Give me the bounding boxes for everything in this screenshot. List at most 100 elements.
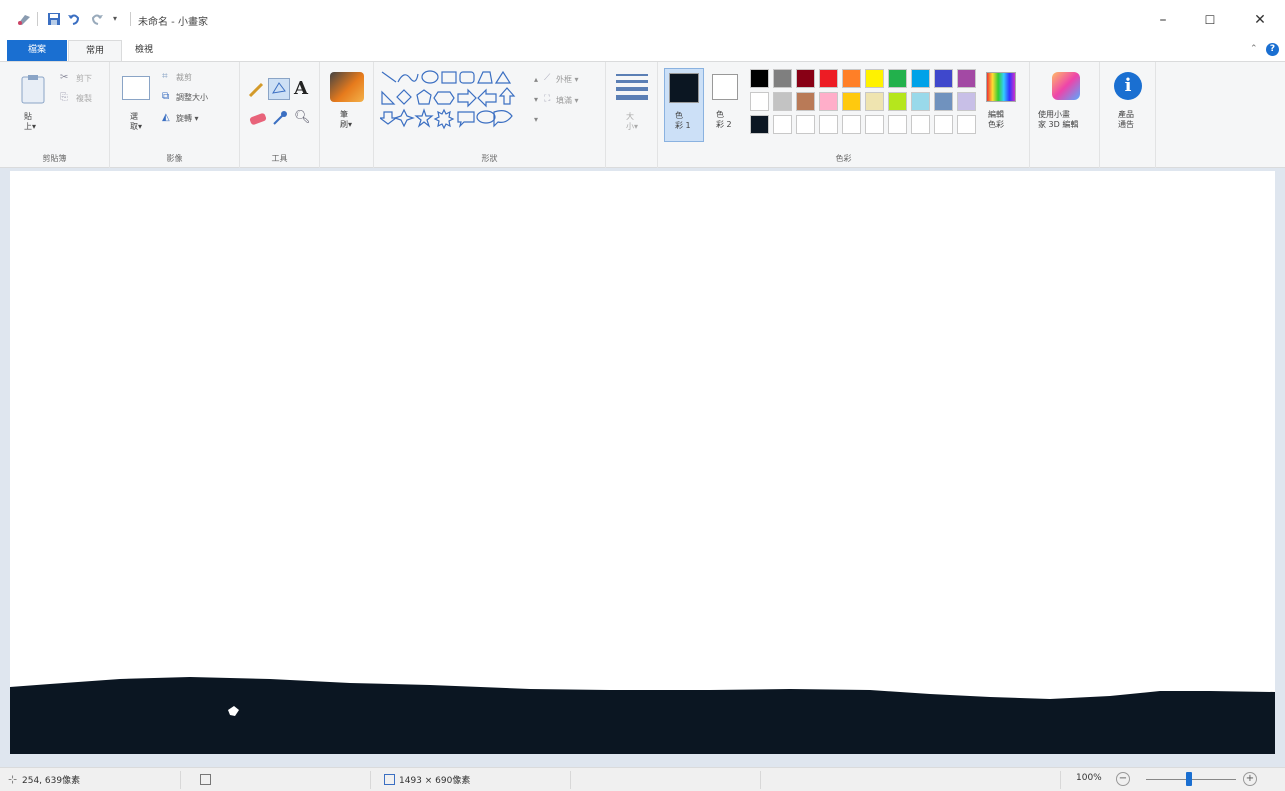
undo-icon[interactable]	[67, 12, 81, 26]
palette-swatch[interactable]	[957, 69, 976, 88]
image-group: 選 取▾ ⌗ 裁剪 ⧉ 調整大小 ◭ 旋轉 ▾ 影像	[110, 62, 240, 168]
zoom-slider-thumb[interactable]	[1186, 772, 1192, 786]
copy-icon: ⎘	[60, 92, 68, 103]
crop-button[interactable]: 裁剪	[176, 72, 192, 83]
palette-swatch[interactable]	[888, 115, 907, 134]
pencil-icon[interactable]	[248, 80, 266, 101]
palette-swatch[interactable]	[842, 115, 861, 134]
clipboard-icon	[20, 74, 46, 107]
help-icon[interactable]: ?	[1266, 43, 1279, 56]
ribbon-tabs: 檔案 常用 檢視 ⌃ ?	[0, 38, 1285, 62]
eraser-icon[interactable]	[248, 112, 268, 129]
palette-swatch[interactable]	[842, 92, 861, 111]
clipboard-group: 貼 上▾ ✂ 剪下 ⎘ 複製 剪貼簿	[0, 62, 110, 168]
fill-shape-icon: ⛶	[544, 94, 551, 104]
cursor-position-icon: ⊹	[8, 773, 18, 786]
shapes-group: ▴ ▾ ▾ ⟋ 外框 ▾ ⛶ 填滿 ▾ 形狀	[374, 62, 606, 168]
palette-swatch[interactable]	[957, 115, 976, 134]
colors-group: 色 彩 1 色 彩 2 編輯 色彩 色彩	[658, 62, 1030, 168]
palette-swatch[interactable]	[911, 69, 930, 88]
alert-group: i 產品 通告	[1100, 62, 1156, 168]
customize-qat-icon[interactable]: ▾	[113, 12, 127, 26]
palette-swatch[interactable]	[957, 92, 976, 111]
cut-button[interactable]: 剪下	[76, 73, 92, 84]
image-group-label: 影像	[166, 154, 183, 163]
resize-button[interactable]: 調整大小	[176, 92, 208, 103]
workspace	[0, 168, 1285, 767]
palette-swatch[interactable]	[865, 92, 884, 111]
selection-size-icon	[200, 774, 211, 785]
size-button[interactable]: 大 小▾	[614, 70, 650, 142]
palette-swatch[interactable]	[773, 115, 792, 134]
drawing-canvas[interactable]	[10, 171, 1275, 754]
palette-swatch[interactable]	[796, 92, 815, 111]
text-icon[interactable]: A	[294, 78, 308, 99]
palette-swatch[interactable]	[934, 115, 953, 134]
paint3d-button[interactable]: 使用小畫 家 3D 編輯	[1034, 68, 1096, 142]
save-icon[interactable]	[47, 12, 61, 26]
collapse-ribbon-icon[interactable]: ⌃	[1250, 44, 1258, 54]
palette-swatch[interactable]	[934, 92, 953, 111]
palette-swatch[interactable]	[819, 92, 838, 111]
palette-swatch[interactable]	[934, 69, 953, 88]
zoom-in-button[interactable]: +	[1243, 772, 1257, 786]
status-divider	[180, 771, 181, 789]
maximize-button[interactable]: ☐	[1190, 8, 1230, 32]
brushes-button[interactable]: 筆 刷▾	[326, 68, 368, 140]
zoom-out-button[interactable]: −	[1116, 772, 1130, 786]
select-button[interactable]: 選 取▾	[118, 70, 154, 140]
palette-swatch[interactable]	[888, 69, 907, 88]
palette-swatch[interactable]	[773, 92, 792, 111]
info-icon: i	[1114, 72, 1142, 100]
window-title: 未命名 - 小畫家	[138, 17, 208, 28]
product-alert-button[interactable]: i 產品 通告	[1106, 68, 1150, 142]
paste-button[interactable]: 貼 上▾	[10, 70, 50, 140]
colors-group-label: 色彩	[835, 154, 852, 163]
palette-swatch[interactable]	[911, 115, 930, 134]
palette-swatch[interactable]	[819, 115, 838, 134]
fill-button[interactable]: 填滿 ▾	[556, 95, 579, 106]
palette-swatch[interactable]	[796, 69, 815, 88]
color2-button[interactable]: 色 彩 2	[708, 68, 744, 142]
fill-icon[interactable]	[268, 78, 290, 100]
palette-swatch[interactable]	[750, 115, 769, 134]
line-width-icon	[616, 74, 648, 100]
palette-swatch[interactable]	[773, 69, 792, 88]
title-bar: ▾ 未命名 - 小畫家 – ☐ ✕	[0, 0, 1285, 38]
tab-home[interactable]: 常用	[68, 40, 122, 61]
color2-label: 色 彩 2	[716, 110, 732, 129]
palette-swatch[interactable]	[865, 69, 884, 88]
divider	[37, 12, 38, 26]
ribbon: 貼 上▾ ✂ 剪下 ⎘ 複製 剪貼簿 選 取▾ ⌗ 裁剪 ⧉ 調整大小 ◭ 旋轉…	[0, 61, 1285, 168]
color1-label: 色 彩 1	[675, 111, 691, 130]
palette-swatch[interactable]	[888, 92, 907, 111]
palette-swatch[interactable]	[750, 69, 769, 88]
tab-view[interactable]: 檢視	[124, 40, 164, 61]
redo-icon[interactable]	[90, 12, 104, 26]
outline-button[interactable]: 外框 ▾	[556, 74, 579, 85]
copy-button[interactable]: 複製	[76, 93, 92, 104]
palette-swatch[interactable]	[842, 69, 861, 88]
tools-group-label: 工具	[271, 154, 288, 163]
palette-swatch[interactable]	[911, 92, 930, 111]
shapes-scroll[interactable]: ▴ ▾ ▾	[534, 70, 538, 130]
size-group: 大 小▾	[606, 62, 658, 168]
color-picker-icon[interactable]	[272, 110, 288, 129]
color1-button[interactable]: 色 彩 1	[664, 68, 704, 142]
edit-colors-label: 編輯 色彩	[988, 110, 1004, 129]
palette-swatch[interactable]	[796, 115, 815, 134]
palette-swatch[interactable]	[750, 92, 769, 111]
palette-swatch[interactable]	[819, 69, 838, 88]
magnifier-icon[interactable]: 🔍︎	[294, 110, 311, 125]
edit-colors-icon	[986, 72, 1016, 102]
outline-icon: ⟋	[544, 73, 551, 83]
shapes-gallery[interactable]	[378, 70, 532, 130]
color1-swatch	[669, 73, 699, 103]
status-divider	[370, 771, 371, 789]
minimize-button[interactable]: –	[1143, 8, 1183, 32]
edit-colors-button[interactable]: 編輯 色彩	[982, 68, 1022, 142]
tab-file[interactable]: 檔案	[7, 40, 67, 61]
rotate-button[interactable]: 旋轉 ▾	[176, 113, 199, 124]
palette-swatch[interactable]	[865, 115, 884, 134]
close-button[interactable]: ✕	[1240, 8, 1280, 32]
